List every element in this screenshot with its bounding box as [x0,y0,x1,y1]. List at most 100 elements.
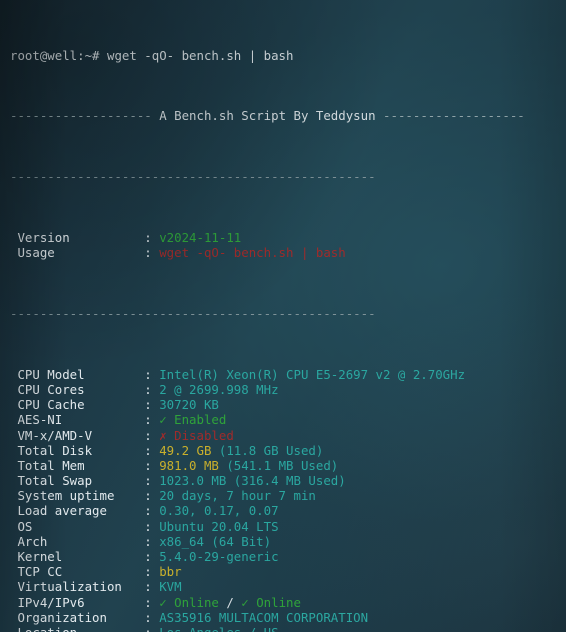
info-label: CPU Cache [10,397,145,413]
info-value: wget -qO- bench.sh | bash [159,245,346,261]
ipv4-status: Online [174,594,219,610]
info-colon: : [144,381,160,397]
info-value: bbr [159,564,182,580]
info-label: VM-x/AMD-V [10,427,145,443]
info-value: x86_64 (64 Bit) [159,533,272,549]
rule-text: ----------------------------------------… [10,169,376,185]
info-value: 0.30, 0.17, 0.07 [159,503,279,519]
info-value: 49.2 GB [159,442,212,458]
banner-rule-right: ------------------- [383,108,525,124]
info-label: Total Disk [10,442,145,458]
info-row: System uptime : 20 days, 7 hour 7 min [10,488,525,503]
separator-rule: ----------------------------------------… [10,169,525,184]
info-colon: : [144,549,160,565]
info-label: Usage [10,245,145,261]
info-label: Load average [10,503,145,519]
shell-prompt: root@well:~# [10,47,107,63]
info-row: Total Mem : 981.0 MB (541.1 MB Used) [10,458,525,473]
info-colon: : [144,594,160,610]
info-label: System uptime [10,488,145,504]
status-mark-icon: ✗ [159,427,175,443]
info-row: AES-NI : ✓ Enabled [10,412,525,427]
banner-title: A Bench.sh Script By Teddysun [159,108,376,124]
info-colon: : [144,366,160,382]
system-info-rows: CPU Model : Intel(R) Xeon(R) CPU E5-2697… [10,367,525,632]
info-value: v2024-11-11 [159,230,242,245]
info-colon: : [144,488,160,504]
info-label: Total Mem [10,457,145,473]
info-label: Total Swap [10,473,145,489]
banner-line: ------------------- A Bench.sh Script By… [10,108,525,123]
info-label: IPv4/IPv6 [10,594,145,610]
info-row: Organization : AS35916 MULTACOM CORPORAT… [10,610,525,625]
info-row: Load average : 0.30, 0.17, 0.07 [10,503,525,518]
info-colon: : [144,412,160,428]
info-value: 5.4.0-29-generic [159,549,279,565]
info-colon: : [144,442,160,458]
info-value: Disabled [174,427,234,443]
info-value: 30720 KB [159,397,219,413]
info-row: CPU Model : Intel(R) Xeon(R) CPU E5-2697… [10,367,525,382]
info-row: CPU Cores : 2 @ 2699.998 MHz [10,382,525,397]
info-colon: : [144,503,160,519]
status-mark-icon: ✓ [159,412,175,428]
info-colon: : [144,457,160,473]
terminal-window: root@well:~# wget -qO- bench.sh | bash -… [0,0,566,632]
info-colon: : [144,533,160,549]
info-label: Kernel [10,549,145,565]
info-label: CPU Model [10,366,145,382]
info-row: Total Swap : 1023.0 MB (316.4 MB Used) [10,473,525,488]
terminal-screen: root@well:~# wget -qO- bench.sh | bash -… [0,0,525,632]
info-label: CPU Cores [10,381,145,397]
banner-rule-left: ------------------- [10,108,152,124]
info-label: Organization [10,609,145,625]
info-row: Kernel : 5.4.0-29-generic [10,549,525,564]
info-colon: : [144,625,159,632]
info-row: Location : Los Angeles / US [10,625,525,632]
info-value: KVM [159,579,182,595]
separator-rule-2: ----------------------------------------… [10,306,525,321]
info-row: Arch : x86_64 (64 Bit) [10,534,525,549]
info-row: Total Disk : 49.2 GB (11.8 GB Used) [10,443,525,458]
info-label: TCP CC [10,564,145,580]
info-row: Usage : wget -qO- bench.sh | bash [10,245,525,260]
info-value: 981.0 MB [159,457,219,473]
info-row: IPv4/IPv6 : ✓ Online / ✓ Online [10,595,525,610]
info-colon: : [144,245,160,261]
info-row: OS : Ubuntu 20.04 LTS [10,519,525,534]
ipv6-check-icon: ✓ [241,594,257,610]
info-value-suffix: (11.8 GB Used) [211,442,324,458]
info-colon: : [144,473,160,489]
info-colon: : [144,579,160,595]
info-label: Version [10,230,145,245]
ip-separator: / [218,594,242,610]
info-colon: : [144,427,160,443]
info-row: VM-x/AMD-V : ✗ Disabled [10,428,525,443]
info-colon: : [144,564,160,580]
info-value: 2 @ 2699.998 MHz [159,381,279,397]
ipv6-status: Online [256,594,301,610]
header-info-rows: Version : v2024-11-11 Usage : wget -qO- … [10,230,525,260]
info-label: OS [10,518,145,534]
info-label: Arch [10,533,145,549]
rule-text-2: ----------------------------------------… [10,305,376,321]
info-value: Intel(R) Xeon(R) CPU E5-2697 v2 @ 2.70GH… [159,366,466,382]
info-value: AS35916 MULTACOM CORPORATION [159,609,369,625]
info-label: AES-NI [10,412,145,428]
info-value: 1023.0 MB (316.4 MB Used) [159,473,346,489]
info-row: Virtualization : KVM [10,579,525,594]
info-colon: : [144,397,160,413]
info-row: Version : v2024-11-11 [10,230,525,245]
prompt-line: root@well:~# wget -qO- bench.sh | bash [10,48,525,63]
info-label: Virtualization [10,579,145,595]
info-value: Los Angeles / US [159,625,278,632]
info-row: TCP CC : bbr [10,564,525,579]
info-value-suffix: (541.1 MB Used) [218,457,339,473]
info-value: Enabled [174,412,227,428]
info-colon: : [144,609,160,625]
info-colon: : [144,518,160,534]
info-value: 20 days, 7 hour 7 min [159,488,316,504]
info-label: Location [10,625,144,632]
info-colon: : [144,230,160,245]
shell-command: wget -qO- bench.sh | bash [106,47,294,63]
